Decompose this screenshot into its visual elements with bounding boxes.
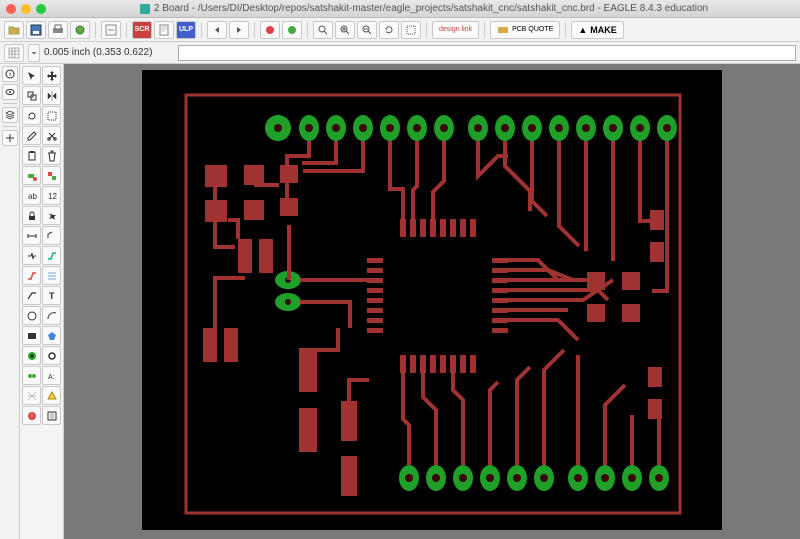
titlebar: 2 Board - /Users/DI/Desktop/repos/satsha… <box>0 0 800 18</box>
circle-tool[interactable] <box>22 306 41 325</box>
workspace: i ab 12 T A: <box>0 64 800 539</box>
drc-tool[interactable] <box>42 386 61 405</box>
tool-palette: ab 12 T A: ! <box>20 64 64 539</box>
zoom-fit-button[interactable] <box>313 21 333 39</box>
polygon-tool[interactable] <box>42 326 61 345</box>
design-rules-tool[interactable] <box>42 406 61 425</box>
zoom-out-button[interactable] <box>357 21 377 39</box>
arc-tool[interactable] <box>42 306 61 325</box>
delete-tool[interactable] <box>42 146 61 165</box>
mirror-tool[interactable] <box>42 86 61 105</box>
coordinates-display: 0.005 inch (0.353 0.622) <box>44 47 174 58</box>
zoom-selection-button[interactable] <box>401 21 421 39</box>
via-tool[interactable] <box>22 346 41 365</box>
window-title: 2 Board - /Users/DI/Desktop/repos/satsha… <box>54 3 794 14</box>
errors-tool[interactable]: ! <box>22 406 41 425</box>
route-tool[interactable] <box>42 246 61 265</box>
zoom-in-button[interactable] <box>335 21 355 39</box>
top-pad-row <box>265 115 677 141</box>
lock-tool[interactable] <box>22 206 41 225</box>
minimize-button[interactable] <box>21 4 31 14</box>
move-tool[interactable] <box>42 66 61 85</box>
info-icon[interactable]: i <box>2 66 18 82</box>
hole-tool[interactable] <box>42 346 61 365</box>
cam-button[interactable] <box>70 21 90 39</box>
split-tool[interactable] <box>22 246 41 265</box>
rotate-tool[interactable] <box>22 106 41 125</box>
close-button[interactable] <box>6 4 16 14</box>
add-tool[interactable] <box>22 166 41 185</box>
go-button[interactable] <box>282 21 302 39</box>
signal-tool[interactable] <box>22 366 41 385</box>
change-tool[interactable] <box>22 126 41 145</box>
mark-button[interactable] <box>2 130 18 146</box>
svg-text:i: i <box>9 72 10 78</box>
miter-tool[interactable] <box>42 226 61 245</box>
stop-button[interactable] <box>260 21 280 39</box>
svg-text:12: 12 <box>48 192 57 201</box>
scr-button[interactable]: SCR <box>132 21 152 39</box>
smash-tool[interactable] <box>42 206 61 225</box>
pcb-quote-button[interactable]: PCB QUOTE <box>490 21 560 39</box>
grid-dropdown[interactable] <box>28 44 40 62</box>
canvas-area[interactable] <box>64 64 800 539</box>
wire-tool[interactable] <box>22 286 41 305</box>
select-tool[interactable] <box>22 66 41 85</box>
save-button[interactable] <box>26 21 46 39</box>
zoom-redraw-button[interactable] <box>379 21 399 39</box>
make-button[interactable]: ▲MAKE <box>571 21 623 39</box>
redo-button[interactable] <box>229 21 249 39</box>
print-button[interactable] <box>48 21 68 39</box>
ripup-tool[interactable] <box>22 266 41 285</box>
text-doc-button[interactable] <box>154 21 174 39</box>
pcb-board[interactable] <box>142 70 722 530</box>
maximize-button[interactable] <box>36 4 46 14</box>
main-toolbar: SCR ULP design link PCB QUOTE ▲MAKE <box>0 18 800 42</box>
value-tool[interactable]: 12 <box>42 186 61 205</box>
rect-tool[interactable] <box>22 326 41 345</box>
dimension-tool[interactable] <box>22 226 41 245</box>
group-tool[interactable] <box>42 106 61 125</box>
copy-tool[interactable] <box>22 86 41 105</box>
design-link-button[interactable]: design link <box>432 21 479 39</box>
open-button[interactable] <box>4 21 24 39</box>
svg-text:A:: A: <box>48 374 55 381</box>
undo-button[interactable] <box>207 21 227 39</box>
name-tool[interactable]: ab <box>22 186 41 205</box>
window-buttons <box>6 4 46 14</box>
ulp-button[interactable]: ULP <box>176 21 196 39</box>
cut-tool[interactable] <box>42 126 61 145</box>
schematic-button[interactable] <box>101 21 121 39</box>
ratsnest-tool[interactable] <box>22 386 41 405</box>
svg-text:ab: ab <box>28 192 37 201</box>
svg-text:T: T <box>49 291 55 301</box>
grid-settings-button[interactable] <box>4 44 24 62</box>
eye-icon[interactable] <box>2 84 18 100</box>
autoroute-tool[interactable] <box>42 266 61 285</box>
text-tool[interactable]: T <box>42 286 61 305</box>
layers-button[interactable] <box>2 107 18 123</box>
command-input[interactable] <box>178 45 796 61</box>
paste-tool[interactable] <box>22 146 41 165</box>
attribute-tool[interactable]: A: <box>42 366 61 385</box>
app-icon <box>140 4 150 14</box>
secondary-toolbar: 0.005 inch (0.353 0.622) <box>0 42 800 64</box>
layer-sidebar: i <box>0 64 20 539</box>
bottom-pad-row <box>399 465 669 491</box>
replace-tool[interactable] <box>42 166 61 185</box>
